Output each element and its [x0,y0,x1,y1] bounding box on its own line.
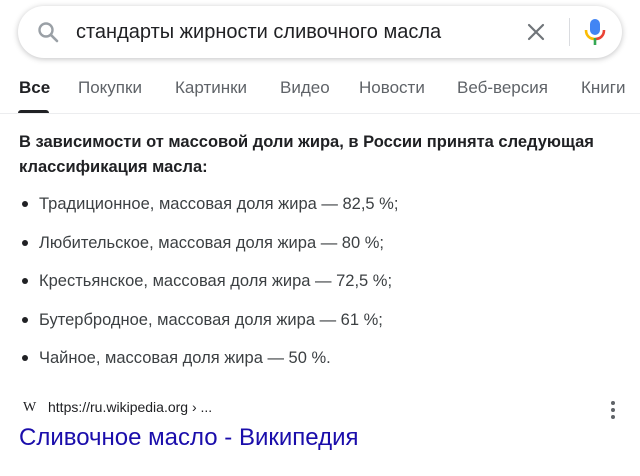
snippet-heading: В зависимости от массовой доли жира, в Р… [19,133,594,176]
snippet-list: Традиционное, массовая доля жира — 82,5 … [19,190,398,383]
tab-web[interactable]: Веб-версия [457,78,548,98]
tab-all[interactable]: Все [19,78,50,98]
list-item-text: Бутербродное, массовая доля жира — 61 %; [39,310,383,329]
tab-videos[interactable]: Видео [280,78,330,98]
list-item-text: Традиционное, массовая доля жира — 82,5 … [39,195,399,213]
more-vert-icon[interactable] [607,400,619,420]
tab-news[interactable]: Новости [359,78,425,98]
list-item: Чайное, массовая доля жира — 50 %. [19,344,398,383]
list-item: Традиционное, массовая доля жира — 82,5 … [19,190,398,229]
source-url[interactable]: https://ru.wikipedia.org › ... [48,399,212,415]
bullet-icon [22,239,28,246]
search-results-page: стандарты жирности сливочного масла Все … [0,0,640,476]
wikipedia-favicon-icon: W [23,400,37,415]
microphone-icon[interactable] [582,18,608,46]
search-icon[interactable] [36,20,60,44]
tab-shopping[interactable]: Покупки [78,78,142,98]
source-row: W https://ru.wikipedia.org › ... [19,396,623,422]
tabs-divider [0,113,640,114]
search-bar-divider [569,18,570,46]
list-item: Бутербродное, массовая доля жира — 61 %; [19,306,398,345]
close-icon[interactable] [524,20,548,44]
result-title-link[interactable]: Сливочное масло - Википедия [19,424,359,452]
search-bar[interactable]: стандарты жирности сливочного масла [18,6,622,58]
list-item-text: Крестьянское, массовая доля жира — 72,5 … [39,272,393,290]
list-item-text: Любительское, массовая доля жира — 80 %; [39,233,384,252]
bullet-icon [22,278,28,284]
list-item: Крестьянское, массовая доля жира — 72,5 … [19,267,398,306]
bullet-icon [22,355,28,361]
search-input[interactable]: стандарты жирности сливочного масла [76,6,441,58]
bullet-icon [22,316,28,323]
list-item: Любительское, массовая доля жира — 80 %; [19,229,398,268]
search-tabs: Все Покупки Картинки Видео Новости Веб-в… [0,70,640,114]
bullet-icon [22,201,28,207]
tab-images[interactable]: Картинки [175,78,247,98]
tab-books[interactable]: Книги [581,78,625,98]
list-item-text: Чайное, массовая доля жира — 50 %. [39,349,331,367]
